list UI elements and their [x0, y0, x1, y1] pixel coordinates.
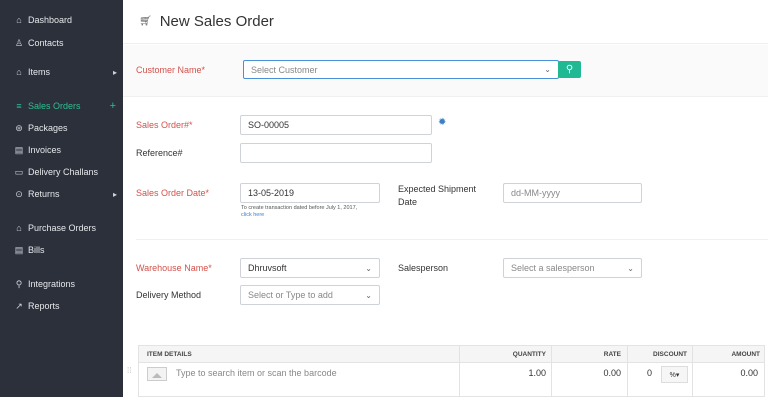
item-search-input[interactable]: Type to search item or scan the barcode: [176, 368, 337, 378]
sidebar-item-bills[interactable]: ▤ Bills: [0, 240, 123, 260]
sidebar-item-label: Returns: [28, 189, 60, 199]
sidebar-item-label: Integrations: [28, 279, 76, 289]
integrations-icon: ⚲: [15, 278, 23, 289]
chevron-down-icon: ⌄: [365, 263, 372, 273]
sales-order-number-field[interactable]: SO-00005: [240, 115, 432, 135]
sales-order-date-label: Sales Order Date*: [136, 188, 210, 198]
sidebar-item-label: Contacts: [28, 38, 64, 48]
truck-icon: ▭: [14, 166, 24, 177]
quantity-header: QUANTITY: [512, 351, 546, 358]
returns-icon: ⊙: [15, 188, 23, 199]
chevron-down-icon: ⌄: [544, 65, 551, 74]
search-icon: ⚲: [565, 64, 574, 75]
expected-shipment-label-line2: Date: [398, 197, 418, 207]
salesperson-label: Salesperson: [398, 263, 449, 273]
home-icon: ⌂: [16, 15, 22, 25]
sidebar-item-label: Invoices: [28, 145, 62, 155]
sidebar-item-label: Purchase Orders: [28, 223, 97, 233]
items-icon: ⌂: [16, 67, 22, 77]
sidebar-item-packages[interactable]: ⊛ Packages: [0, 118, 123, 138]
cart-icon: 🛒︎: [139, 16, 152, 27]
expected-shipment-label-line1: Expected Shipment: [398, 184, 477, 194]
discount-cell[interactable]: 0: [647, 368, 652, 378]
sidebar-item-invoices[interactable]: ▤ Invoices: [0, 140, 123, 160]
sales-order-date-field[interactable]: 13-05-2019: [240, 183, 380, 203]
sidebar-item-label: Packages: [28, 123, 68, 133]
discount-unit-select[interactable]: %▾: [661, 366, 688, 383]
date-hint-text: To create transaction dated before July …: [241, 205, 358, 211]
bill-icon: ▤: [14, 244, 24, 255]
sidebar-item-returns[interactable]: ⊙ Returns ▸: [0, 184, 123, 204]
customer-select[interactable]: Select Customer ⌄: [243, 60, 559, 79]
gear-icon[interactable]: ✹: [438, 117, 446, 128]
sales-order-date-value: 13-05-2019: [248, 188, 295, 198]
rate-cell[interactable]: 0.00: [551, 368, 621, 378]
rate-header: RATE: [603, 351, 621, 358]
delivery-method-select[interactable]: Select or Type to add ⌄: [240, 285, 380, 305]
sidebar-item-contacts[interactable]: ♙ Contacts: [0, 33, 123, 53]
quantity-cell[interactable]: 1.00: [459, 368, 546, 378]
invoice-icon: ▤: [14, 144, 24, 155]
warehouse-value: Dhruvsoft: [248, 263, 287, 273]
item-details-header: ITEM DETAILS: [147, 351, 192, 358]
sidebar-item-label: Sales Orders: [28, 101, 81, 111]
delivery-method-placeholder: Select or Type to add: [248, 290, 333, 300]
image-placeholder-icon[interactable]: [147, 367, 167, 381]
sidebar-item-purchase-orders[interactable]: ⌂ Purchase Orders: [0, 218, 123, 238]
chevron-down-icon: ⌄: [365, 290, 372, 300]
salesperson-select[interactable]: Select a salesperson ⌄: [503, 258, 642, 278]
expected-shipment-placeholder: dd-MM-yyyy: [511, 188, 560, 198]
amount-header: AMOUNT: [731, 351, 760, 358]
click-here-link[interactable]: click here: [241, 212, 264, 218]
sidebar-item-reports[interactable]: ↗ Reports: [0, 296, 123, 316]
chevron-right-icon: ▸: [112, 67, 117, 77]
plus-icon[interactable]: +: [110, 100, 116, 112]
discount-header: DISCOUNT: [653, 351, 687, 358]
sales-order-number-label: Sales Order#*: [136, 120, 193, 130]
salesperson-placeholder: Select a salesperson: [511, 263, 595, 273]
reference-label: Reference#: [136, 148, 183, 158]
amount-cell: 0.00: [740, 368, 758, 378]
customer-search-button[interactable]: ⚲: [558, 61, 581, 78]
section-divider: [136, 239, 768, 240]
cart-icon: ≡: [16, 101, 22, 111]
sidebar-item-items[interactable]: ⌂ Items ▸: [0, 62, 123, 82]
reference-field[interactable]: [240, 143, 432, 163]
page-title: New Sales Order: [159, 13, 274, 30]
date-hint: To create transaction dated before July …: [241, 205, 391, 219]
sales-order-number-value: SO-00005: [248, 120, 290, 130]
customer-select-placeholder: Select Customer: [251, 64, 318, 75]
sidebar-item-label: Delivery Challans: [28, 167, 99, 177]
sidebar-item-integrations[interactable]: ⚲ Integrations: [0, 274, 123, 294]
delivery-method-label: Delivery Method: [136, 290, 202, 300]
sidebar-item-label: Dashboard: [28, 15, 73, 25]
reports-icon: ↗: [15, 300, 23, 311]
purchase-icon: ⌂: [16, 223, 22, 233]
sidebar: ⌂ Dashboard ♙ Contacts ⌂ Items ▸ ≡ Sales…: [0, 0, 123, 397]
sidebar-item-sales-orders[interactable]: ≡ Sales Orders +: [0, 96, 123, 116]
warehouse-select[interactable]: Dhruvsoft ⌄: [240, 258, 380, 278]
expected-shipment-date-field[interactable]: dd-MM-yyyy: [503, 183, 642, 203]
sidebar-item-label: Items: [28, 67, 51, 77]
drag-handle-icon[interactable]: ⁞⁞: [127, 366, 131, 375]
user-icon: ♙: [14, 37, 24, 48]
warehouse-name-label: Warehouse Name*: [136, 263, 212, 273]
sidebar-item-label: Bills: [28, 245, 45, 255]
package-icon: ⊛: [15, 122, 23, 133]
sidebar-item-label: Reports: [28, 301, 60, 311]
sidebar-item-delivery-challans[interactable]: ▭ Delivery Challans: [0, 162, 123, 182]
page-header: 🛒︎ New Sales Order: [123, 0, 768, 44]
sidebar-item-dashboard[interactable]: ⌂ Dashboard: [0, 10, 123, 30]
chevron-right-icon: ▸: [112, 189, 117, 199]
chevron-down-icon: ⌄: [627, 263, 634, 273]
customer-name-label: Customer Name*: [136, 65, 206, 75]
